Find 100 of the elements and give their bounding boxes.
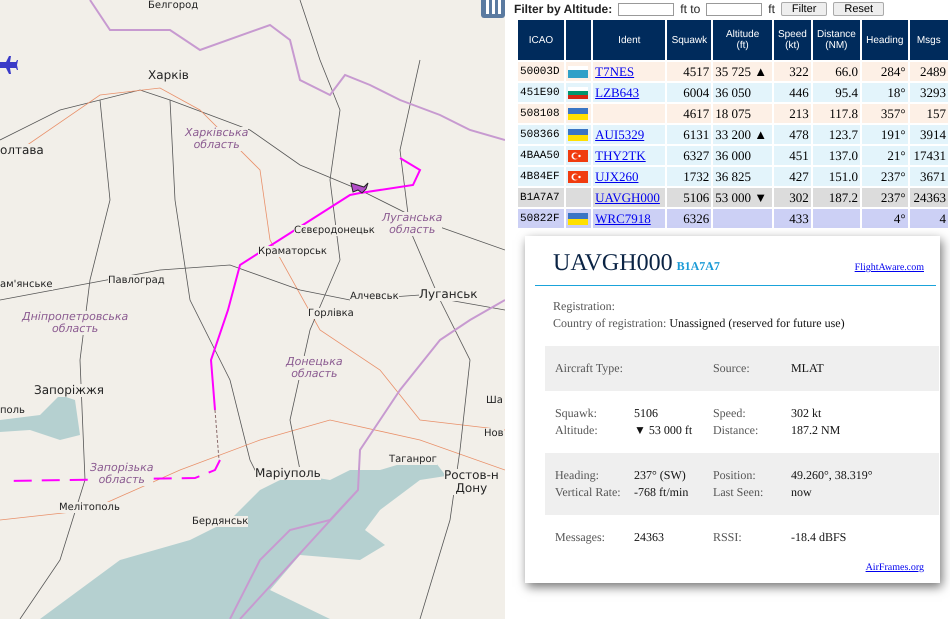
table-cell-text: 50003D: [519, 64, 561, 80]
ident-link[interactable]: LZB643: [595, 84, 640, 100]
flag-icon: [568, 150, 588, 162]
unit-label: ft: [768, 2, 775, 16]
column-header[interactable]: Squawk: [667, 20, 712, 60]
field-value: -768 ft/min: [634, 484, 690, 501]
table-cell-text: 446: [788, 84, 810, 102]
aircraft-row[interactable]: 50003D T7NES 4517 35 725 ▲ 322 66.0 284° 2489: [518, 62, 948, 81]
range-label: ft to: [680, 2, 700, 16]
field-value: 5106: [634, 405, 659, 422]
column-header[interactable]: Distance (NM): [812, 20, 860, 60]
column-header[interactable]: Altitude (ft): [713, 20, 772, 60]
table-cell-text: 36 000: [714, 146, 752, 164]
table-cell-text: 36 825: [714, 168, 752, 186]
aircraft-row[interactable]: 4B84EF UJX260 1732 36 825 427 151.0 237° 3671: [518, 167, 948, 186]
ident-link[interactable]: THY2TK: [595, 148, 646, 162]
table-cell-text: 237°: [880, 168, 907, 186]
table-cell-text: 50822F: [519, 212, 561, 226]
table-cell-text: 4517: [682, 62, 710, 80]
table-cell-text: 66.0: [834, 62, 860, 80]
city-label: Харків: [148, 69, 189, 82]
aircraft-row[interactable]: 451E90 LZB643 6004 36 050 446 95.4 18° 3293: [518, 83, 948, 102]
table-cell-text: 18 075: [714, 104, 752, 122]
field-label: Vertical Rate:: [555, 484, 622, 501]
column-header[interactable]: Ident: [593, 20, 666, 60]
table-cell-text: 187.2: [828, 188, 860, 206]
city-label: Белгород: [148, 0, 198, 11]
city-label: Горлівка: [308, 308, 354, 319]
table-cell-text: 3671: [919, 168, 947, 186]
field-label: Speed:: [713, 405, 747, 422]
table-cell-text: 157: [926, 104, 947, 122]
aircraft-row[interactable]: 50822F WRC7918 6326 433 4° 4: [518, 209, 948, 228]
table-cell-text: 451E90: [519, 86, 561, 100]
flag-icon: [568, 108, 588, 120]
airframes-link[interactable]: AirFrames.org: [866, 562, 924, 573]
column-header[interactable]: [566, 20, 592, 60]
layers-button[interactable]: [481, 0, 505, 18]
field-label: Aircraft Type:: [555, 360, 624, 377]
aircraft-row[interactable]: 508108 4617 18 075 213 117.8 357° 157: [518, 104, 948, 123]
aircraft-icon: [350, 182, 368, 194]
table-cell-text: 117.8: [828, 104, 860, 122]
aircraft-row[interactable]: B1A7A7 UAVGH000 5106 53 000 ▼ 302 187.2 237° 24363: [518, 188, 948, 207]
field-label: Squawk:: [555, 405, 598, 422]
table-cell-text: 5106: [682, 188, 710, 206]
table-cell-text: 137.0: [828, 146, 860, 164]
table-cell-text: 357°: [880, 104, 907, 122]
ident-link[interactable]: AUI5329: [595, 126, 644, 142]
column-header[interactable]: Heading: [862, 20, 908, 60]
field-label: Distance:: [713, 422, 760, 439]
flag-icon: [568, 128, 588, 140]
field-value: 24363: [634, 529, 665, 546]
aircraft-ident: UAVGH000: [553, 250, 673, 277]
city-label: Краматорськ: [258, 246, 327, 257]
city-label: Сєвєродонецьк: [294, 225, 375, 236]
filter-button[interactable]: Filter: [780, 2, 828, 16]
field-value: Unassigned (reserved for future use): [669, 316, 845, 330]
table-cell-text: 3914: [919, 126, 947, 144]
table-cell-text: 6004: [682, 84, 710, 102]
table-cell-text: 6131: [682, 126, 710, 144]
altitude-from-field[interactable]: [618, 2, 674, 16]
ident-link[interactable]: UAVGH000: [595, 190, 660, 204]
table-cell-text: 427: [788, 168, 810, 186]
column-header[interactable]: Speed (kt): [774, 20, 811, 60]
ident-link[interactable]: T7NES: [595, 64, 634, 78]
ident-link[interactable]: UJX260: [595, 168, 638, 184]
table-cell-text: 3293: [919, 84, 947, 102]
table-cell-text: 6327: [682, 146, 710, 164]
city-label: Запоріжжя: [34, 384, 104, 398]
city-label: ам'янське: [0, 279, 53, 290]
table-cell-text: 302: [788, 188, 810, 206]
city-label: олтава: [0, 144, 44, 158]
city-label: Бердянськ: [192, 516, 248, 527]
field-label: Heading:: [555, 467, 600, 484]
table-cell-text: 33 200 ▲: [714, 126, 768, 144]
field-value: -18.4 dBFS: [791, 529, 848, 546]
column-header[interactable]: Msgs: [910, 20, 948, 60]
altitude-to-field[interactable]: [706, 2, 762, 16]
flag-icon: [568, 86, 588, 98]
reset-button[interactable]: Reset: [833, 2, 884, 16]
table-cell-text: 1732: [682, 168, 710, 186]
field-label: Last Seen:: [713, 484, 764, 501]
table-cell-text: 17431: [912, 146, 947, 164]
city-label: Таганрог: [389, 454, 437, 465]
aircraft-row[interactable]: 508366 AUI5329 6131 33 200 ▲ 478 123.7 191° 3914: [518, 125, 948, 144]
flightaware-link[interactable]: FlightAware.com: [854, 262, 924, 273]
table-cell-text: 191°: [880, 126, 907, 144]
table-cell-text: 53 000 ▼: [714, 188, 768, 206]
aircraft-row[interactable]: 4BAA50 THY2TK 6327 36 000 451 137.0 21° 17431: [518, 146, 948, 165]
field-label: Messages:: [555, 529, 606, 546]
region-label: Дніпропетровська область: [22, 311, 128, 336]
table-cell-text: 4617: [682, 104, 710, 122]
ident-link[interactable]: WRC7918: [595, 210, 651, 226]
city-label: Алчевськ: [350, 291, 399, 302]
table-cell-text: 18°: [886, 84, 907, 102]
aircraft-icon: [0, 56, 18, 74]
city-label: Маріуполь: [255, 467, 321, 480]
table-cell-text: 451: [788, 146, 810, 164]
table-cell-text: 4B84EF: [519, 170, 561, 184]
column-header[interactable]: ICAO: [518, 20, 564, 60]
map[interactable]: [0, 0, 505, 619]
